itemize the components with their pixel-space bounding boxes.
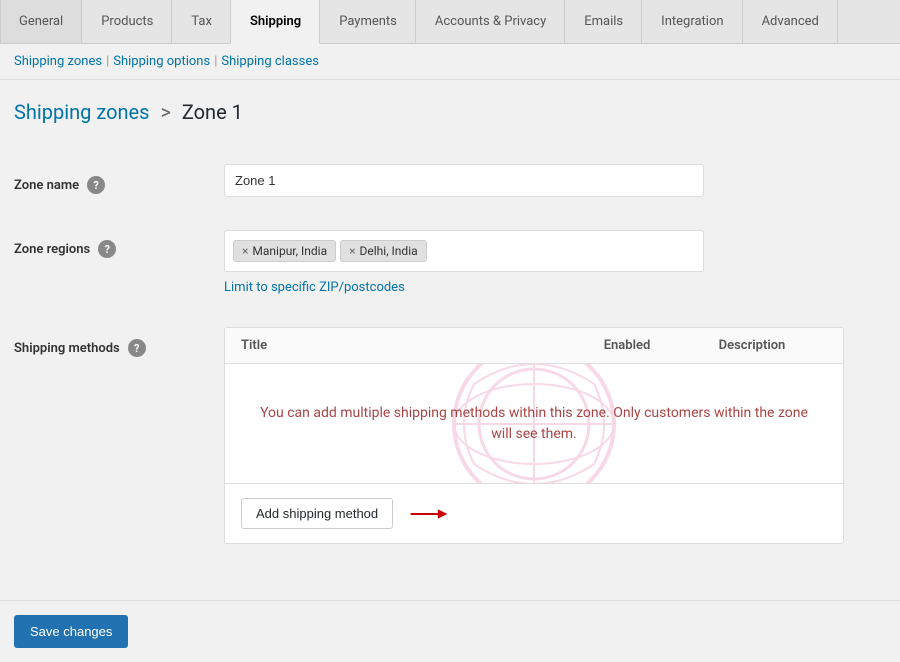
subnav-separator-2: | — [214, 54, 217, 69]
save-changes-button[interactable]: Save changes — [14, 615, 128, 648]
tab-payments[interactable]: Payments — [320, 0, 416, 43]
zone-name-label-wrapper: Zone name ? — [14, 172, 204, 194]
zone-regions-field-cell: × Manipur, India × Delhi, India Limit to… — [214, 214, 886, 311]
tab-bar: General Products Tax Shipping Payments A… — [0, 0, 900, 44]
empty-state-text: You can add multiple shipping methods wi… — [225, 379, 843, 469]
zone-name-help-icon[interactable]: ? — [87, 176, 105, 194]
zone-regions-column: × Manipur, India × Delhi, India Limit to… — [224, 230, 876, 295]
shipping-methods-row: Shipping methods ? Title Enabled Descrip… — [14, 311, 886, 560]
breadcrumb-parent-link[interactable]: Shipping zones — [14, 100, 149, 124]
sub-nav: Shipping zones | Shipping options | Ship… — [0, 44, 900, 80]
zone-name-row: Zone name ? — [14, 148, 886, 214]
col-enabled: Enabled — [577, 338, 677, 353]
arrow-right-icon — [409, 504, 449, 524]
shipping-methods-empty-state: You can add multiple shipping methods wi… — [225, 364, 843, 484]
subnav-shipping-classes[interactable]: Shipping classes — [221, 54, 319, 69]
limit-zip-link[interactable]: Limit to specific ZIP/postcodes — [224, 280, 876, 295]
save-section: Save changes — [0, 600, 900, 662]
breadcrumb: Shipping zones > Zone 1 — [14, 100, 886, 124]
zone-regions-row: Zone regions ? × Manipur, India × — [14, 214, 886, 311]
tag-delhi-remove[interactable]: × — [349, 244, 355, 258]
zone-name-label-cell: Zone name ? — [14, 148, 214, 214]
tab-accounts-privacy[interactable]: Accounts & Privacy — [416, 0, 565, 43]
subnav-separator-1: | — [106, 54, 109, 69]
zone-regions-help-icon[interactable]: ? — [98, 240, 116, 258]
tag-manipur-label: Manipur, India — [252, 244, 327, 258]
tab-products[interactable]: Products — [82, 0, 172, 43]
zone-name-field-cell — [214, 148, 886, 214]
shipping-methods-header: Title Enabled Description — [225, 328, 843, 364]
zone-name-input[interactable] — [224, 164, 704, 197]
zone-name-label: Zone name — [14, 178, 79, 193]
add-method-area: Add shipping method — [225, 484, 843, 543]
tag-manipur-remove[interactable]: × — [242, 244, 248, 258]
main-content: Shipping zones > Zone 1 Zone name ? — [0, 80, 900, 580]
tab-emails[interactable]: Emails — [565, 0, 642, 43]
col-title: Title — [241, 338, 577, 353]
tab-tax[interactable]: Tax — [172, 0, 231, 43]
tag-delhi-india: × Delhi, India — [340, 240, 427, 262]
tab-general[interactable]: General — [0, 0, 82, 43]
zone-regions-label-cell: Zone regions ? — [14, 214, 214, 311]
subnav-shipping-options[interactable]: Shipping options — [113, 54, 210, 69]
breadcrumb-separator: > — [160, 100, 170, 124]
subnav-shipping-zones[interactable]: Shipping zones — [14, 54, 102, 69]
shipping-methods-table: Title Enabled Description — [224, 327, 844, 544]
nav-tabs: General Products Tax Shipping Payments A… — [0, 0, 900, 44]
tag-manipur-india: × Manipur, India — [233, 240, 336, 262]
zone-regions-label: Zone regions — [14, 242, 90, 257]
col-description: Description — [677, 338, 827, 353]
zone-regions-label-wrapper: Zone regions ? — [14, 238, 204, 258]
tab-integration[interactable]: Integration — [642, 0, 742, 43]
shipping-methods-field-cell: Title Enabled Description — [214, 311, 886, 560]
add-shipping-method-button[interactable]: Add shipping method — [241, 498, 393, 529]
shipping-methods-help-icon[interactable]: ? — [128, 339, 146, 357]
shipping-methods-label: Shipping methods — [14, 341, 120, 356]
settings-form: Zone name ? Zone regions ? — [14, 148, 886, 560]
zone-regions-tags-area[interactable]: × Manipur, India × Delhi, India — [224, 230, 704, 272]
tag-delhi-label: Delhi, India — [360, 244, 418, 258]
shipping-methods-label-wrapper: Shipping methods ? — [14, 335, 204, 357]
tab-shipping[interactable]: Shipping — [231, 0, 320, 44]
tab-advanced[interactable]: Advanced — [743, 0, 838, 43]
breadcrumb-current: Zone 1 — [182, 100, 243, 124]
shipping-methods-label-cell: Shipping methods ? — [14, 311, 214, 560]
